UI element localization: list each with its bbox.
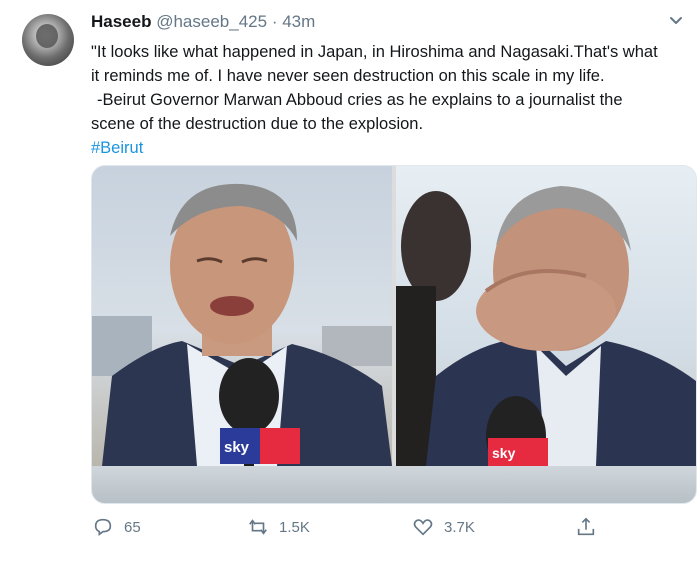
share-icon <box>575 516 597 538</box>
author-name[interactable]: Haseeb <box>91 12 151 31</box>
share-button[interactable] <box>575 516 597 538</box>
retweet-button[interactable]: 1.5K <box>247 516 310 538</box>
reply-icon <box>92 516 114 538</box>
tweet-text-line: scene of the destruction due to the expl… <box>91 115 424 133</box>
avatar[interactable] <box>22 14 74 66</box>
author-handle[interactable]: @haseeb_425 <box>156 12 267 31</box>
tweet-card[interactable]: Haseeb @haseeb_425 · 43m "It looks like … <box>0 0 700 561</box>
tweet-text-line: "It looks like what happened in Japan, i… <box>91 43 658 61</box>
reply-button[interactable]: 65 <box>92 516 141 538</box>
media-bottom-strip <box>92 466 696 503</box>
like-count: 3.7K <box>444 518 475 536</box>
hashtag-link[interactable]: #Beirut <box>91 136 691 160</box>
retweet-icon <box>247 516 269 538</box>
retweet-count: 1.5K <box>279 518 310 536</box>
reply-count: 65 <box>124 518 141 536</box>
mic-logo-right: sky <box>492 445 516 461</box>
tweet-media[interactable]: sky sky <box>91 165 697 504</box>
tweet-actions: 65 1.5K 3.7K <box>0 512 700 546</box>
tweet-text: "It looks like what happened in Japan, i… <box>91 40 691 160</box>
media-photo-right[interactable]: sky <box>396 166 696 466</box>
like-button[interactable]: 3.7K <box>412 516 475 538</box>
tweet-time[interactable]: 43m <box>282 12 315 31</box>
tweet-text-line: -Beirut Governor Marwan Abboud cries as … <box>97 91 623 109</box>
media-photo-left[interactable]: sky <box>92 166 392 466</box>
tweet-text-line: it reminds me of. I have never seen dest… <box>91 67 605 85</box>
separator-dot: · <box>271 12 278 31</box>
chevron-down-icon[interactable] <box>666 10 686 30</box>
heart-icon <box>412 516 434 538</box>
tweet-header: Haseeb @haseeb_425 · 43m <box>91 12 315 32</box>
mic-logo-left: sky <box>224 439 250 456</box>
